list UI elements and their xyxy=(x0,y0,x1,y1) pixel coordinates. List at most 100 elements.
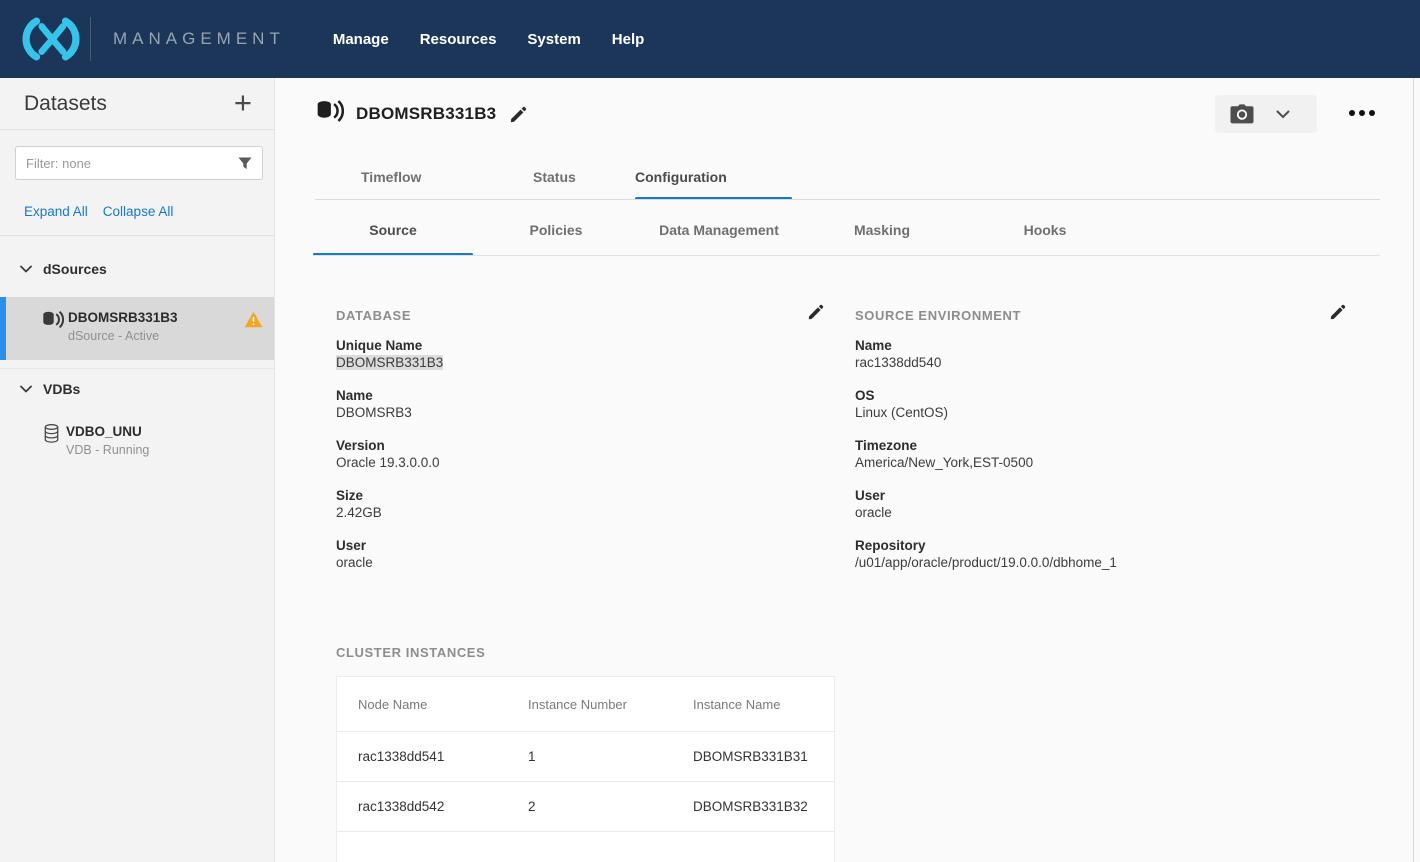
item-status: dSource - Active xyxy=(68,329,159,343)
dsource-icon xyxy=(42,311,64,334)
sidebar-title: Datasets xyxy=(24,92,107,116)
field-repository: Repository /u01/app/oracle/product/19.0.… xyxy=(855,537,1295,571)
column-header-instance-number: Instance Number xyxy=(528,697,693,712)
column-header-node-name: Node Name xyxy=(337,697,528,712)
field-value: America/New_York,EST-0500 xyxy=(855,454,1295,471)
nav-item-system[interactable]: System xyxy=(527,31,580,48)
product-name: MANAGEMENT xyxy=(113,29,285,49)
subtab-data-management[interactable]: Data Management xyxy=(639,210,799,256)
page-title-row: DBOMSRB331B3 xyxy=(316,100,527,128)
nav-item-resources[interactable]: Resources xyxy=(420,31,497,48)
database-fields: Unique Name DBOMSRB331B3 Name DBOMSRB3 V… xyxy=(336,337,776,587)
field-value: Oracle 19.3.0.0.0 xyxy=(336,454,776,471)
cluster-instances-heading: CLUSTER INSTANCES xyxy=(336,645,485,660)
field-name: Name DBOMSRB3 xyxy=(336,387,776,421)
top-navbar: MANAGEMENT Manage Resources System Help xyxy=(0,0,1420,78)
item-status: VDB - Running xyxy=(66,443,149,457)
sidebar-group-vdbs[interactable]: VDBs xyxy=(0,375,274,403)
snapshot-button[interactable] xyxy=(1215,95,1317,133)
sidebar-group-dsources[interactable]: dSources xyxy=(0,255,274,283)
filter-funnel-icon[interactable] xyxy=(238,157,252,170)
edit-database-pencil-icon[interactable] xyxy=(808,304,824,320)
dsource-icon xyxy=(316,100,344,128)
collapse-all-link[interactable]: Collapse All xyxy=(103,204,174,219)
sidebar-item-vdbo-unu[interactable]: VDBO_UNU VDB - Running xyxy=(0,420,274,470)
field-value: /u01/app/oracle/product/19.0.0.0/dbhome_… xyxy=(855,554,1295,571)
field-label: Name xyxy=(855,337,1295,354)
column-header-instance-name: Instance Name xyxy=(693,697,836,712)
add-dataset-button[interactable]: + xyxy=(234,86,252,120)
cell-node-name: rac1338dd541 xyxy=(337,749,528,764)
sidebar-item-dbomsrb331b3[interactable]: DBOMSRB331B3 dSource - Active xyxy=(0,297,274,360)
cluster-instances-table: Node Name Instance Number Instance Name … xyxy=(336,676,835,862)
group-label: VDBs xyxy=(43,381,80,397)
table-row: rac1338dd541 1 DBOMSRB331B31 xyxy=(337,732,834,782)
subtabs-divider xyxy=(313,255,1380,256)
edit-source-environment-pencil-icon[interactable] xyxy=(1330,304,1346,320)
field-label: OS xyxy=(855,387,1295,404)
cell-instance-name: DBOMSRB331B31 xyxy=(693,749,836,764)
database-section-heading: DATABASE xyxy=(336,308,411,323)
tab-status[interactable]: Status xyxy=(533,160,576,200)
field-label: Timezone xyxy=(855,437,1295,454)
warning-icon[interactable] xyxy=(244,311,263,333)
cell-node-name: rac1338dd542 xyxy=(337,799,528,814)
field-user: User oracle xyxy=(336,537,776,571)
field-value: 2.42GB xyxy=(336,504,776,521)
cell-instance-number: 2 xyxy=(528,799,693,814)
filter-input[interactable] xyxy=(26,156,238,171)
expand-all-link[interactable]: Expand All xyxy=(24,204,88,219)
field-label: Size xyxy=(336,487,776,504)
table-header-row: Node Name Instance Number Instance Name xyxy=(337,677,834,732)
sidebar-header: Datasets + xyxy=(0,78,274,130)
field-label: User xyxy=(855,487,1295,504)
tab-timeflow[interactable]: Timeflow xyxy=(361,160,421,200)
field-value: Linux (CentOS) xyxy=(855,404,1295,421)
cell-instance-number: 1 xyxy=(528,749,693,764)
subtab-masking[interactable]: Masking xyxy=(802,210,962,256)
nav-item-help[interactable]: Help xyxy=(612,31,645,48)
edit-title-pencil-icon[interactable] xyxy=(510,106,527,123)
subtab-source[interactable]: Source xyxy=(313,210,473,256)
field-os: OS Linux (CentOS) xyxy=(855,387,1295,421)
field-label: User xyxy=(336,537,776,554)
source-environment-fields: Name rac1338dd540 OS Linux (CentOS) Time… xyxy=(855,337,1295,587)
field-unique-name: Unique Name DBOMSRB331B3 xyxy=(336,337,776,371)
chevron-down-icon xyxy=(1276,110,1290,119)
field-label: Unique Name xyxy=(336,337,776,354)
tab-configuration[interactable]: Configuration xyxy=(635,160,727,200)
subtab-hooks[interactable]: Hooks xyxy=(965,210,1125,256)
delphix-logo-icon[interactable] xyxy=(16,13,86,65)
field-size: Size 2.42GB xyxy=(336,487,776,521)
sidebar-links: Expand All Collapse All xyxy=(24,204,173,219)
field-env-user: User oracle xyxy=(855,487,1295,521)
main-content: DBOMSRB331B3 Timeflow Status Configurati… xyxy=(275,78,1420,862)
item-name: DBOMSRB331B3 xyxy=(68,310,178,325)
page-title: DBOMSRB331B3 xyxy=(356,104,496,124)
field-value: DBOMSRB3 xyxy=(336,404,776,421)
field-label: Repository xyxy=(855,537,1295,554)
source-environment-section-heading: SOURCE ENVIRONMENT xyxy=(855,308,1021,323)
field-env-name: Name rac1338dd540 xyxy=(855,337,1295,371)
chevron-down-icon xyxy=(20,385,32,393)
camera-icon xyxy=(1230,104,1254,124)
nav-item-manage[interactable]: Manage xyxy=(333,31,389,48)
vdb-database-icon xyxy=(44,424,59,448)
item-name: VDBO_UNU xyxy=(66,424,142,439)
datasets-sidebar: Datasets + Expand All Collapse All dSour… xyxy=(0,78,275,862)
sidebar-divider xyxy=(0,235,274,236)
dataset-filter xyxy=(15,146,263,180)
field-value: oracle xyxy=(855,504,1295,521)
field-label: Name xyxy=(336,387,776,404)
more-actions-ellipsis-icon[interactable] xyxy=(1343,104,1381,122)
navbar-divider xyxy=(90,17,91,61)
table-row: rac1338dd542 2 DBOMSRB331B32 xyxy=(337,782,834,832)
field-value: rac1338dd540 xyxy=(855,354,1295,371)
field-value: oracle xyxy=(336,554,776,571)
chevron-down-icon xyxy=(20,265,32,273)
scrollbar-track[interactable] xyxy=(1413,78,1414,862)
field-timezone: Timezone America/New_York,EST-0500 xyxy=(855,437,1295,471)
field-value: DBOMSRB331B3 xyxy=(336,355,443,370)
group-label: dSources xyxy=(43,261,107,277)
subtab-policies[interactable]: Policies xyxy=(476,210,636,256)
